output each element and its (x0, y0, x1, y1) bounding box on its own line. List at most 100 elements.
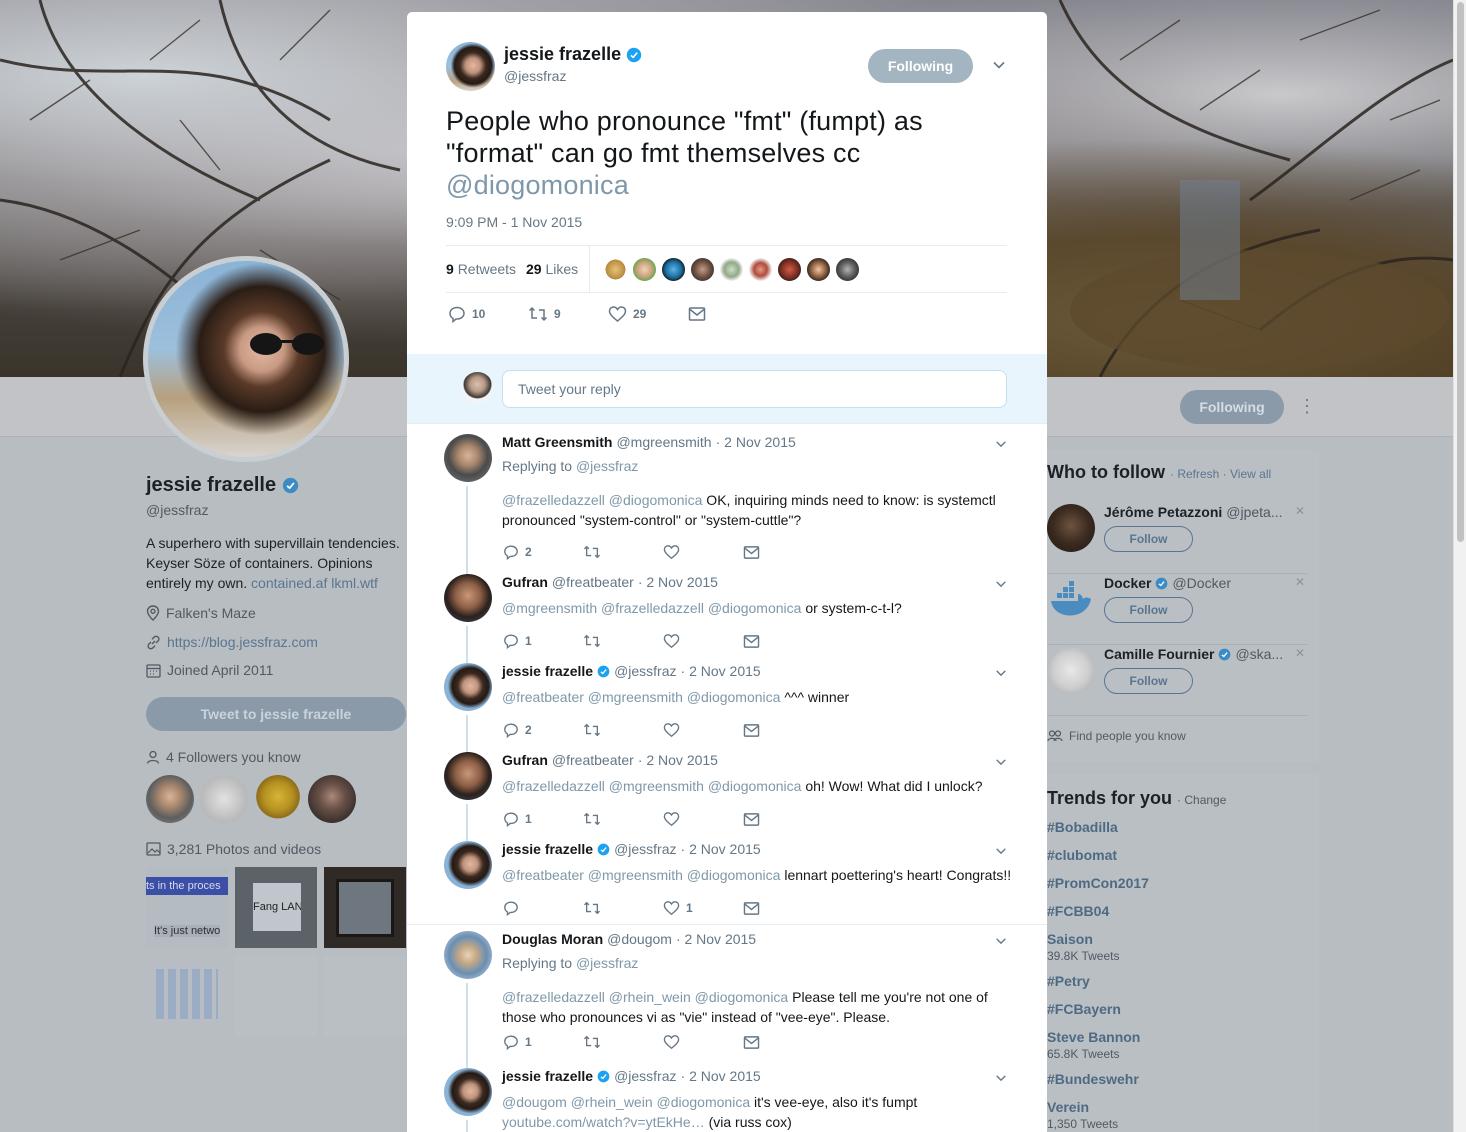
trend-item[interactable]: #Bundeswehr (1047, 1069, 1319, 1089)
view-all-link[interactable]: View all (1230, 467, 1271, 481)
scrollbar-thumb[interactable] (1457, 2, 1464, 542)
direct-message-action[interactable] (743, 634, 760, 649)
retweet-action[interactable]: 9 (528, 305, 608, 323)
photo-tile[interactable] (235, 955, 317, 1036)
reply-author-handle[interactable]: @jessfraz (614, 1068, 676, 1084)
avatar[interactable] (444, 574, 492, 622)
bio-link-lkml[interactable]: lkml.wtf (331, 575, 378, 591)
avatar[interactable] (690, 257, 715, 282)
like-action[interactable] (663, 1034, 743, 1050)
chevron-down-icon[interactable] (995, 1072, 1007, 1084)
direct-message-action[interactable] (743, 901, 760, 916)
reply-tweet[interactable]: jessie frazelle @jessfraz · 2 Nov 2015 @d… (407, 1058, 1047, 1132)
reply-mentions[interactable]: @freatbeater @mgreensmith @diogomonica (502, 867, 780, 883)
suggestion-name[interactable]: Docker @Docker (1104, 575, 1231, 591)
like-action[interactable] (663, 811, 743, 827)
trend-item[interactable]: #Bobadilla (1047, 817, 1319, 837)
find-people-link[interactable]: Find people you know (1047, 729, 1186, 743)
reply-date[interactable]: · 2 Nov 2015 (716, 434, 796, 450)
bio-link-contained[interactable]: contained.af (251, 575, 327, 591)
reply-date[interactable]: · 2 Nov 2015 (681, 841, 761, 857)
avatar[interactable] (661, 257, 686, 282)
page-scrollbar[interactable] (1453, 0, 1466, 1132)
reply-author-handle[interactable]: @freatbeater (552, 752, 634, 768)
retweets-stat[interactable]: 9 Retweets (446, 261, 516, 277)
avatar[interactable] (1047, 646, 1095, 694)
reply-mentions[interactable]: @frazelledazzell @diogomonica (502, 492, 702, 508)
reply-mentions[interactable]: @freatbeater @mgreensmith @diogomonica (502, 689, 780, 705)
likes-stat[interactable]: 29 Likes (526, 261, 578, 277)
reply-action[interactable]: 1 (503, 811, 583, 827)
reply-tweet[interactable]: Douglas Moran @dougom · 2 Nov 2015 Replyi… (407, 921, 1047, 1068)
avatar[interactable] (835, 257, 860, 282)
like-action[interactable] (663, 722, 743, 738)
photo-tile[interactable] (146, 955, 228, 1036)
retweet-action[interactable] (583, 722, 663, 738)
chevron-down-icon[interactable] (995, 667, 1007, 679)
photo-tile[interactable] (324, 955, 406, 1036)
reply-tweet[interactable]: Matt Greensmith @mgreensmith · 2 Nov 201… (407, 424, 1047, 574)
avatar[interactable] (200, 775, 248, 823)
photo-tile[interactable]: Fang LAN (235, 867, 317, 948)
follow-button[interactable]: Follow (1104, 668, 1193, 694)
trend-item[interactable]: #FCBB04 (1047, 901, 1319, 921)
follow-button[interactable]: Follow (1104, 597, 1193, 623)
reply-author-handle[interactable]: @jessfraz (614, 663, 676, 679)
avatar[interactable] (632, 257, 657, 282)
avatar[interactable] (777, 257, 802, 282)
avatar[interactable] (444, 434, 492, 482)
avatar[interactable] (748, 257, 773, 282)
reply-author-name[interactable]: Gufran (502, 752, 548, 768)
trend-item[interactable]: #FCBayern (1047, 999, 1319, 1019)
avatar[interactable] (254, 775, 302, 823)
reply-author-handle[interactable]: @freatbeater (552, 574, 634, 590)
profile-website[interactable]: https://blog.jessfraz.com (146, 634, 318, 650)
photo-tile[interactable]: ts in the proces It's just netwo (146, 867, 228, 948)
trend-item[interactable]: #Petry (1047, 971, 1319, 991)
suggestion-name[interactable]: Camille Fournier @ska... (1104, 646, 1283, 662)
reply-author-name[interactable]: jessie frazelle (502, 841, 593, 857)
chevron-down-icon[interactable] (995, 935, 1007, 947)
trend-item[interactable]: Saison 39.8K Tweets (1047, 929, 1319, 963)
chevron-down-icon[interactable] (995, 845, 1007, 857)
reply-tweet[interactable]: Gufran @freatbeater · 2 Nov 2015 @frazell… (407, 742, 1047, 841)
direct-message-action[interactable] (743, 812, 760, 827)
reply-date[interactable]: · 2 Nov 2015 (676, 931, 756, 947)
avatar[interactable] (444, 1068, 492, 1116)
trend-item[interactable]: Steve Bannon 65.8K Tweets (1047, 1027, 1319, 1061)
reply-mentions[interactable]: @frazelledazzell @mgreensmith @diogomoni… (502, 778, 801, 794)
reply-author-handle[interactable]: @mgreensmith (616, 434, 711, 450)
retweet-action[interactable] (583, 633, 663, 649)
replying-to-link[interactable]: @jessfraz (576, 458, 638, 474)
chevron-down-icon[interactable] (995, 756, 1007, 768)
reply-action[interactable]: 1 (503, 633, 583, 649)
direct-message-action[interactable] (743, 545, 760, 560)
reply-action[interactable]: 1 (503, 1034, 583, 1050)
chevron-down-icon[interactable] (995, 438, 1007, 450)
avatar[interactable] (1047, 504, 1095, 552)
avatar[interactable] (444, 841, 492, 889)
avatar[interactable] (719, 257, 744, 282)
trend-item[interactable]: Verein 1,350 Tweets (1047, 1097, 1319, 1131)
photos-videos-link[interactable]: 3,281 Photos and videos (146, 841, 321, 857)
avatar[interactable] (146, 775, 194, 823)
like-action[interactable]: 1 (663, 900, 743, 916)
author-avatar[interactable] (446, 42, 495, 91)
tweet-to-button[interactable]: Tweet to jessie frazelle (146, 697, 406, 731)
reply-author-handle[interactable]: @dougom (607, 931, 672, 947)
reply-mentions[interactable]: @frazelledazzell @rhein_wein @diogomonic… (502, 989, 788, 1005)
like-action[interactable]: 29 (608, 305, 688, 323)
reply-mentions[interactable]: @mgreensmith @frazelledazzell @diogomoni… (502, 600, 801, 616)
trend-item[interactable]: #clubomat (1047, 845, 1319, 865)
replying-to-link[interactable]: @jessfraz (576, 955, 638, 971)
reply-author-name[interactable]: jessie frazelle (502, 1068, 593, 1084)
reply-input[interactable]: Tweet your reply (502, 370, 1007, 408)
reply-mentions[interactable]: @dougom @rhein_wein @diogomonica (502, 1094, 750, 1110)
author-handle[interactable]: @jessfraz (504, 68, 566, 84)
chevron-down-icon[interactable] (995, 578, 1007, 590)
reply-url-link[interactable]: youtube.com/watch?v=ytEkHe… (502, 1114, 705, 1130)
like-action[interactable] (663, 544, 743, 560)
follow-button[interactable]: Follow (1104, 526, 1193, 552)
chevron-down-icon[interactable] (992, 58, 1006, 72)
trends-change-link[interactable]: Change (1184, 793, 1226, 807)
